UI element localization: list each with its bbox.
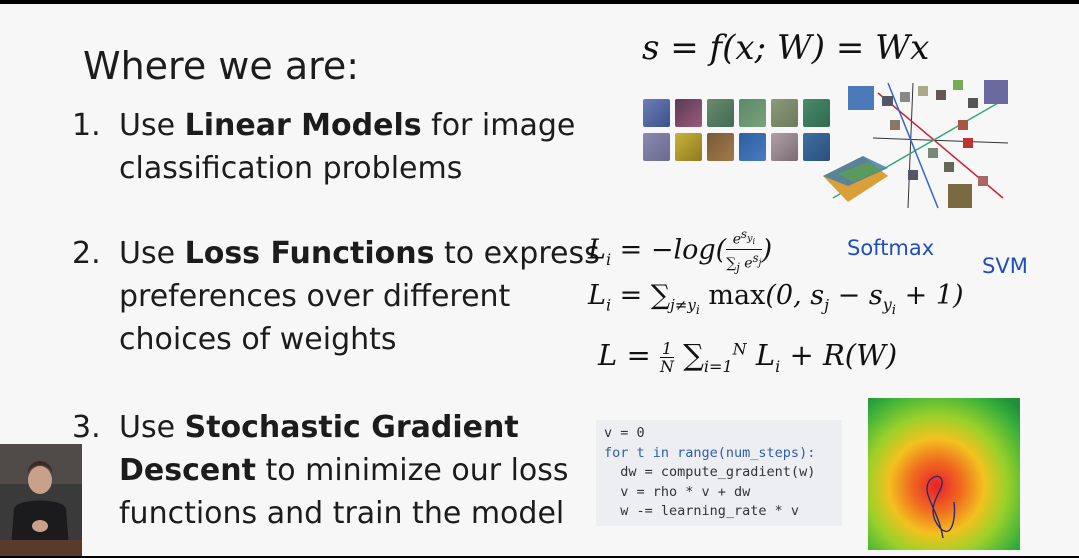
list-item-3: 3. Use Stochastic Gradient Descent to mi… (72, 406, 592, 536)
loss-landscape-heatmap (868, 398, 1020, 550)
code-line: v = 0 (604, 425, 645, 441)
item-prefix: Use (119, 236, 185, 271)
item-rest-2: to minimize our loss (255, 453, 569, 488)
item-line-1: Use Stochastic Gradient (119, 406, 519, 449)
sgd-code-block: v = 0 for t in range(num_steps): dw = com… (596, 420, 842, 526)
item-prefix: Use (119, 108, 185, 143)
code-line: v = rho * v + dw (604, 483, 751, 500)
list-item-1: 1. Use Linear Models for image classific… (72, 104, 575, 194)
template-image (675, 99, 702, 127)
item-line-1: Use Linear Models for image (119, 104, 575, 147)
template-image (739, 99, 766, 127)
item-rest: to express (434, 236, 600, 271)
template-thumbnails (643, 99, 830, 161)
item-bold: Linear Models (184, 108, 422, 143)
item-line-1: Use Loss Functions to express (119, 232, 600, 275)
template-image (643, 99, 670, 127)
item-prefix: Use (119, 410, 185, 445)
list-item-2: 2. Use Loss Functions to express prefere… (72, 232, 600, 362)
item-rest: for image (421, 108, 576, 143)
svm-label: SVM (982, 254, 1028, 278)
template-image (771, 99, 798, 127)
softmax-loss-equation: Li = −log(esyi ∑j esj) (588, 227, 773, 275)
softmax-label: Softmax (847, 236, 935, 260)
item-line-3: choices of weights (119, 322, 397, 357)
linear-classifier-illustration (823, 80, 1009, 209)
template-image (771, 133, 798, 161)
template-image (643, 133, 670, 161)
slide-title: Where we are: (83, 44, 360, 88)
code-line: for t in range(num_steps): (604, 444, 816, 461)
score-equation: s = f(x; W) = Wx (642, 28, 930, 68)
template-image (739, 133, 766, 161)
full-loss-equation: L = 1N ∑i=1N Li + R(W) (598, 338, 898, 376)
speaker-webcam (0, 444, 82, 556)
slide: Where we are: 1. Use Linear Models for i… (0, 4, 1079, 556)
template-image (675, 133, 702, 161)
item-line-2: classification problems (119, 151, 463, 186)
item-bold-2: Descent (119, 453, 256, 488)
item-number: 3. (72, 410, 101, 445)
item-bold: Loss Functions (184, 236, 435, 271)
code-line: dw = compute_gradient(w) (604, 464, 816, 480)
item-number: 1. (72, 108, 101, 143)
code-line: w -= learning_rate * v (604, 503, 800, 519)
svm-loss-equation: Li = ∑j≠yi max(0, sj − syi + 1) (588, 280, 964, 319)
template-image (707, 99, 734, 127)
item-line-2: Descent to minimize our loss (119, 449, 569, 492)
template-image (707, 133, 734, 161)
item-bold: Stochastic Gradient (184, 410, 519, 445)
item-number: 2. (72, 236, 101, 271)
item-line-2: preferences over different (119, 279, 511, 314)
item-line-3: functions and train the model (119, 496, 565, 531)
